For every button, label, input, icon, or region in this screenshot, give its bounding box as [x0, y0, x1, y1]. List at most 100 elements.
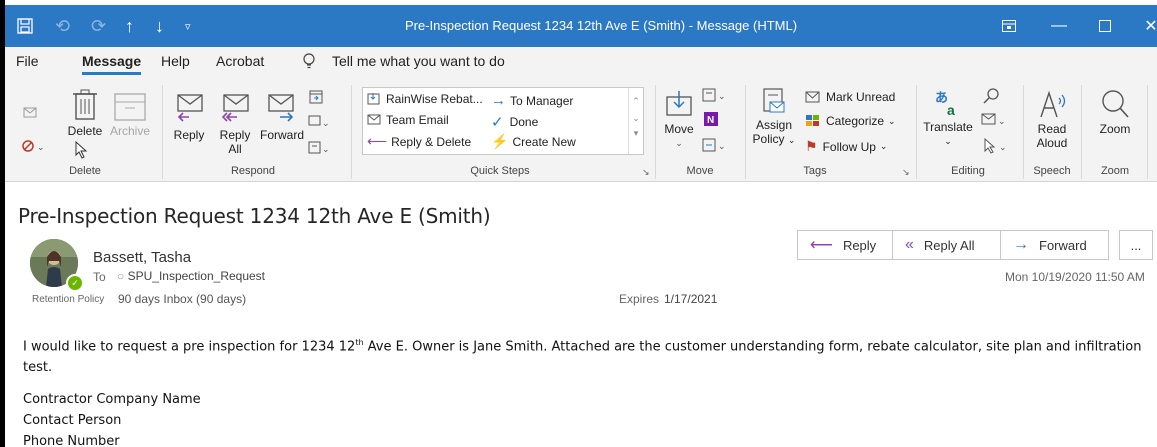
- read-label: Read: [1037, 122, 1067, 136]
- svg-text:a: a: [947, 102, 955, 117]
- separator: [916, 85, 917, 179]
- categorize-button[interactable]: Categorize ⌄: [805, 114, 896, 128]
- quick-step-done[interactable]: ✓ Done: [491, 113, 538, 131]
- svg-text:⌄: ⌄: [322, 118, 330, 128]
- chevron-down-icon: ⌄: [675, 138, 683, 148]
- quick-steps-launcher-icon[interactable]: ↘: [642, 167, 650, 178]
- quick-step-create-new-label: Create New: [512, 134, 576, 149]
- separator: [1147, 85, 1148, 179]
- more-actions-label: ...: [1130, 237, 1142, 253]
- archive-button[interactable]: Archive: [109, 93, 151, 138]
- tab-message[interactable]: Message: [82, 53, 142, 75]
- expires-label: Expires: [619, 292, 660, 306]
- scroll-up-icon[interactable]: ⌃: [629, 96, 643, 107]
- cursor-icon: [74, 140, 88, 162]
- reply-button[interactable]: Reply: [169, 91, 209, 142]
- chevron-down-icon: ⌄: [787, 135, 796, 145]
- mark-unread-button[interactable]: Mark Unread: [805, 90, 895, 104]
- separator: [162, 85, 163, 179]
- gallery-scroll[interactable]: ⌃ ⌄ ▾: [628, 88, 643, 154]
- maximize-icon[interactable]: [1085, 5, 1125, 47]
- translate-button[interactable]: あa Translate ⌄: [923, 89, 973, 148]
- follow-up-button[interactable]: ⚑ Follow Up ⌄: [805, 138, 887, 155]
- chevron-down-icon: ⌄: [879, 141, 888, 151]
- quick-step-rainwise[interactable]: RainWise Rebat...: [367, 92, 483, 106]
- expires-value: 1/17/2021: [664, 292, 718, 306]
- find-icon[interactable]: [983, 87, 1001, 108]
- tab-acrobat[interactable]: Acrobat: [216, 53, 264, 69]
- actions-icon[interactable]: ⌄: [702, 137, 726, 156]
- forward-label: Forward: [259, 128, 304, 142]
- signature-line: Phone Number: [23, 434, 120, 447]
- separator: [745, 85, 746, 179]
- svg-text:⌄: ⌄: [322, 144, 330, 154]
- checkmark-icon: ✓: [491, 114, 504, 131]
- onenote-icon[interactable]: N: [703, 111, 719, 130]
- ribbon: ⌄ Delete Archive Delete Reply Reply All …: [5, 79, 1157, 182]
- svg-text:⌄: ⌄: [718, 141, 726, 151]
- more-actions-button[interactable]: ...: [1119, 230, 1153, 260]
- group-label-editing: Editing: [951, 165, 985, 177]
- im-icon[interactable]: ⌄: [308, 115, 330, 132]
- body-text: I would like to request a pre inspection…: [23, 339, 356, 355]
- delete-button[interactable]: Delete: [67, 89, 103, 138]
- group-label-zoom: Zoom: [1100, 165, 1130, 177]
- tags-launcher-icon[interactable]: ↘: [902, 167, 910, 178]
- meeting-icon[interactable]: [308, 89, 324, 108]
- tell-me-search[interactable]: Tell me what you want to do: [332, 53, 505, 69]
- forward-button[interactable]: Forward: [259, 91, 305, 142]
- group-label-move: Move: [686, 165, 714, 177]
- quick-step-done-label: Done: [509, 115, 539, 129]
- reply-all-button[interactable]: Reply All: [215, 91, 255, 156]
- select-icon[interactable]: ⌄: [983, 137, 1009, 157]
- reply-action-button[interactable]: ⟵ Reply: [797, 230, 893, 260]
- separator: [351, 85, 352, 179]
- body-superscript: th: [355, 338, 364, 347]
- quick-step-to-manager[interactable]: → To Manager: [491, 92, 573, 109]
- scroll-down-icon[interactable]: ⌄: [629, 113, 643, 124]
- forward-arrow-icon: →: [1013, 236, 1029, 253]
- ignore-icon[interactable]: [23, 105, 37, 122]
- retention-policy-label: Retention Policy: [32, 294, 105, 305]
- quick-step-rainwise-label: RainWise Rebat...: [386, 92, 483, 106]
- tab-help[interactable]: Help: [161, 53, 190, 69]
- mark-unread-label: Mark Unread: [826, 90, 896, 104]
- close-icon[interactable]: ✕: [1131, 5, 1157, 47]
- rules-icon[interactable]: ⌄: [702, 87, 726, 106]
- title-bar: ⟲ ⟳ ↑ ↓ ▿ Pre-Inspection Request 1234 12…: [5, 5, 1157, 47]
- quick-step-team-email[interactable]: Team Email: [367, 113, 449, 127]
- sender-name[interactable]: Bassett, Tasha: [93, 249, 191, 266]
- move-button[interactable]: Move ⌄: [660, 89, 698, 150]
- lightning-icon: ⚡: [491, 133, 509, 149]
- message-pane: Pre-Inspection Request 1234 12th Ave E (…: [5, 182, 1157, 447]
- quick-step-team-email-label: Team Email: [386, 113, 449, 127]
- group-label-delete: Delete: [69, 165, 101, 177]
- quick-steps-gallery: RainWise Rebat... → To Manager Team Emai…: [362, 87, 644, 155]
- assign-policy-button[interactable]: Assign Policy ⌄: [751, 87, 797, 147]
- tab-file[interactable]: File: [16, 53, 39, 69]
- quick-step-create-new[interactable]: ⚡ Create New: [491, 133, 576, 150]
- gallery-more-icon[interactable]: ▾: [629, 128, 643, 139]
- zoom-button[interactable]: Zoom: [1093, 89, 1137, 136]
- reply-all-action-button[interactable]: « Reply All: [892, 230, 1001, 260]
- signature-line: Contractor Company Name: [23, 392, 201, 408]
- reply-arrow-icon: ⟵: [367, 133, 388, 149]
- quick-step-reply-delete-label: Reply & Delete: [391, 134, 472, 149]
- related-icon[interactable]: ⌄: [981, 113, 1007, 130]
- separator: [1081, 85, 1082, 179]
- recipient[interactable]: ○ SPU_Inspection_Request: [117, 269, 265, 283]
- quick-step-reply-delete[interactable]: ⟵ Reply & Delete: [367, 133, 471, 150]
- read-aloud-button[interactable]: Read Aloud: [1030, 89, 1074, 150]
- minimize-icon[interactable]: —: [1039, 5, 1079, 47]
- ribbon-display-icon[interactable]: [989, 5, 1029, 47]
- separator: [1023, 85, 1024, 179]
- lightbulb-icon: [303, 53, 315, 72]
- delete-label: Delete: [67, 124, 103, 138]
- recipient-name: SPU_Inspection_Request: [127, 269, 266, 283]
- window-title: Pre-Inspection Request 1234 12th Ave E (…: [404, 18, 798, 33]
- more-respond-icon[interactable]: ⌄: [308, 141, 330, 158]
- forward-action-button[interactable]: → Forward: [1000, 230, 1109, 260]
- reply-label: Reply: [173, 128, 205, 142]
- junk-icon[interactable]: ⌄: [21, 139, 47, 156]
- translate-label: Translate: [923, 120, 973, 134]
